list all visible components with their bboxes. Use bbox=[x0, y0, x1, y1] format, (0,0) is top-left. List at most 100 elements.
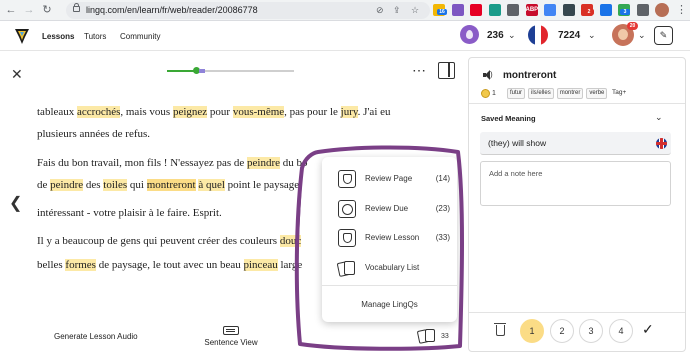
tag[interactable]: verbe bbox=[586, 88, 608, 99]
lingq-logo[interactable] bbox=[14, 27, 30, 45]
extension-badge: 2 bbox=[584, 9, 594, 15]
text-segment: de paysage, le tout avec un beau bbox=[95, 259, 244, 271]
status-2-button[interactable]: 2 bbox=[550, 319, 574, 343]
coin-count: 1 bbox=[492, 90, 496, 97]
status-3-button[interactable]: 3 bbox=[579, 319, 603, 343]
note-field[interactable]: Add a note here bbox=[480, 161, 671, 206]
lingq-word[interactable]: jury bbox=[340, 106, 358, 118]
nav-tutors[interactable]: Tutors bbox=[84, 31, 106, 42]
chevron-down-icon[interactable]: ⌄ bbox=[638, 29, 646, 41]
back-icon[interactable]: ← bbox=[4, 3, 18, 17]
close-icon[interactable]: ✕ bbox=[11, 67, 23, 81]
share-icon[interactable]: ⇪ bbox=[393, 4, 401, 17]
sound-waves-icon: ) bbox=[490, 70, 493, 79]
notification-badge: 20 bbox=[627, 22, 638, 30]
tag[interactable]: futur bbox=[507, 88, 526, 99]
browser-profile-avatar[interactable] bbox=[655, 3, 669, 17]
more-options-icon[interactable]: ⋯ bbox=[412, 63, 427, 77]
generate-lesson-audio-button[interactable]: Generate Lesson Audio bbox=[54, 332, 138, 342]
text-segment: belles bbox=[37, 259, 66, 271]
app-header: Lessons Tutors Community 236 ⌄ 7224 ⌄ 20… bbox=[0, 21, 690, 51]
review-page-item[interactable]: Review Page (14) bbox=[338, 170, 450, 188]
vocabulary-list-item[interactable]: Vocabulary List bbox=[338, 259, 450, 277]
reload-icon[interactable]: ↻ bbox=[40, 3, 54, 17]
forward-icon[interactable]: → bbox=[22, 3, 36, 17]
streak-count: 236 bbox=[487, 30, 504, 41]
word-panel: ) montreront 1 futur ils/elles montrer v… bbox=[468, 57, 686, 352]
extension-dark-icon[interactable] bbox=[562, 4, 575, 16]
lingq-word[interactable]: peignez bbox=[172, 106, 208, 118]
meaning-text: (they) will show bbox=[488, 138, 547, 148]
known-check-icon[interactable]: ✓ bbox=[642, 321, 654, 337]
add-tag-button[interactable]: Tag+ bbox=[612, 89, 626, 97]
sentence-view-button[interactable]: Sentence View bbox=[204, 326, 258, 348]
extension-teal-icon[interactable] bbox=[488, 4, 501, 16]
lingq-word[interactable]: pinceau bbox=[243, 259, 278, 271]
word-panel-header: ) montreront 1 futur ils/elles montrer v… bbox=[469, 58, 685, 104]
text-segment: intéressant - votre plaisir à le faire. … bbox=[37, 207, 222, 219]
lock-icon bbox=[73, 3, 80, 12]
review-lesson-item[interactable]: Review Lesson (33) bbox=[338, 229, 450, 247]
text-segment: pour bbox=[207, 106, 233, 118]
review-lesson-icon bbox=[338, 229, 356, 247]
edit-lesson-icon[interactable]: ✎ bbox=[654, 26, 673, 45]
clock-icon bbox=[338, 200, 356, 218]
vocabulary-cards-icon bbox=[338, 259, 356, 277]
menu-item-label: Vocabulary List bbox=[365, 263, 420, 272]
extension-blue-icon[interactable] bbox=[599, 4, 612, 16]
lingqs-popup-menu: Review Page (14) Review Due (23) Review … bbox=[322, 157, 457, 322]
text-segment: qui bbox=[127, 179, 147, 191]
lingq-word[interactable]: douc bbox=[279, 235, 302, 247]
sidebar-toggle-icon[interactable] bbox=[438, 62, 455, 79]
text-segment: point le paysage bbox=[224, 179, 300, 191]
text-segment: des bbox=[83, 179, 104, 191]
extension-grey-icon[interactable] bbox=[507, 4, 519, 16]
browser-menu-icon[interactable]: ⋮ bbox=[676, 3, 687, 17]
trash-icon[interactable] bbox=[494, 323, 506, 336]
status-4-button[interactable]: 4 bbox=[609, 319, 633, 343]
lesson-progress-bar[interactable] bbox=[167, 67, 294, 74]
lingq-word[interactable]: toiles bbox=[103, 179, 128, 191]
text-line: belles formes de paysage, le tout avec u… bbox=[37, 258, 302, 272]
text-line: intéressant - votre plaisir à le faire. … bbox=[37, 206, 222, 220]
text-line: Fais du bon travail, mon fils ! N'essaye… bbox=[37, 156, 308, 170]
review-page-icon bbox=[338, 170, 356, 188]
french-flag-icon[interactable] bbox=[528, 25, 548, 45]
text-segment: , pas pour le bbox=[284, 106, 341, 118]
chevron-down-icon[interactable]: ⌄ bbox=[655, 111, 663, 123]
tag[interactable]: ils/elles bbox=[528, 88, 554, 99]
review-due-item[interactable]: Review Due (23) bbox=[338, 200, 450, 218]
menu-item-count: (14) bbox=[435, 174, 450, 183]
streak-icon[interactable] bbox=[460, 25, 479, 44]
text-segment: Il y a beaucoup de gens qui peuvent crée… bbox=[37, 235, 280, 247]
previous-page-icon[interactable]: ❮ bbox=[9, 196, 22, 212]
chevron-down-icon[interactable]: ⌄ bbox=[508, 29, 516, 41]
abp-icon[interactable]: ABP bbox=[525, 4, 538, 16]
selected-lingq-word[interactable]: montreront bbox=[146, 179, 196, 191]
extension-purple-icon[interactable] bbox=[451, 4, 464, 16]
manage-lingqs-link[interactable]: Manage LingQs bbox=[322, 300, 457, 310]
lingq-word[interactable]: peindre bbox=[50, 179, 84, 191]
tag[interactable]: montrer bbox=[556, 88, 584, 99]
status-1-button[interactable]: 1 bbox=[520, 319, 544, 343]
lingq-word[interactable]: formes bbox=[65, 259, 96, 271]
lingq-word[interactable]: vous-même bbox=[232, 106, 285, 118]
lingq-word[interactable]: à quel bbox=[198, 179, 225, 191]
pinterest-icon[interactable] bbox=[470, 4, 482, 16]
lingq-word[interactable]: peindre bbox=[247, 157, 281, 169]
menu-item-count: (23) bbox=[435, 204, 450, 213]
chrome-icon[interactable] bbox=[544, 4, 556, 16]
address-bar[interactable]: lingq.com/en/learn/fr/web/reader/2008677… bbox=[66, 2, 430, 19]
eye-off-icon[interactable]: ⊘ bbox=[376, 4, 384, 17]
chevron-down-icon[interactable]: ⌄ bbox=[588, 29, 596, 41]
nav-community[interactable]: Community bbox=[120, 31, 160, 42]
menu-item-count: (33) bbox=[435, 233, 450, 242]
lingq-word[interactable]: accrochés bbox=[77, 106, 121, 118]
meaning-field[interactable]: (they) will show bbox=[480, 132, 671, 155]
puzzle-icon[interactable] bbox=[636, 4, 649, 16]
lingqs-menu-button[interactable]: 33 bbox=[416, 326, 458, 348]
progress-marker bbox=[199, 69, 205, 73]
nav-lessons[interactable]: Lessons bbox=[42, 31, 74, 42]
text-segment: , mais vous bbox=[120, 106, 173, 118]
star-icon[interactable]: ☆ bbox=[411, 4, 419, 17]
